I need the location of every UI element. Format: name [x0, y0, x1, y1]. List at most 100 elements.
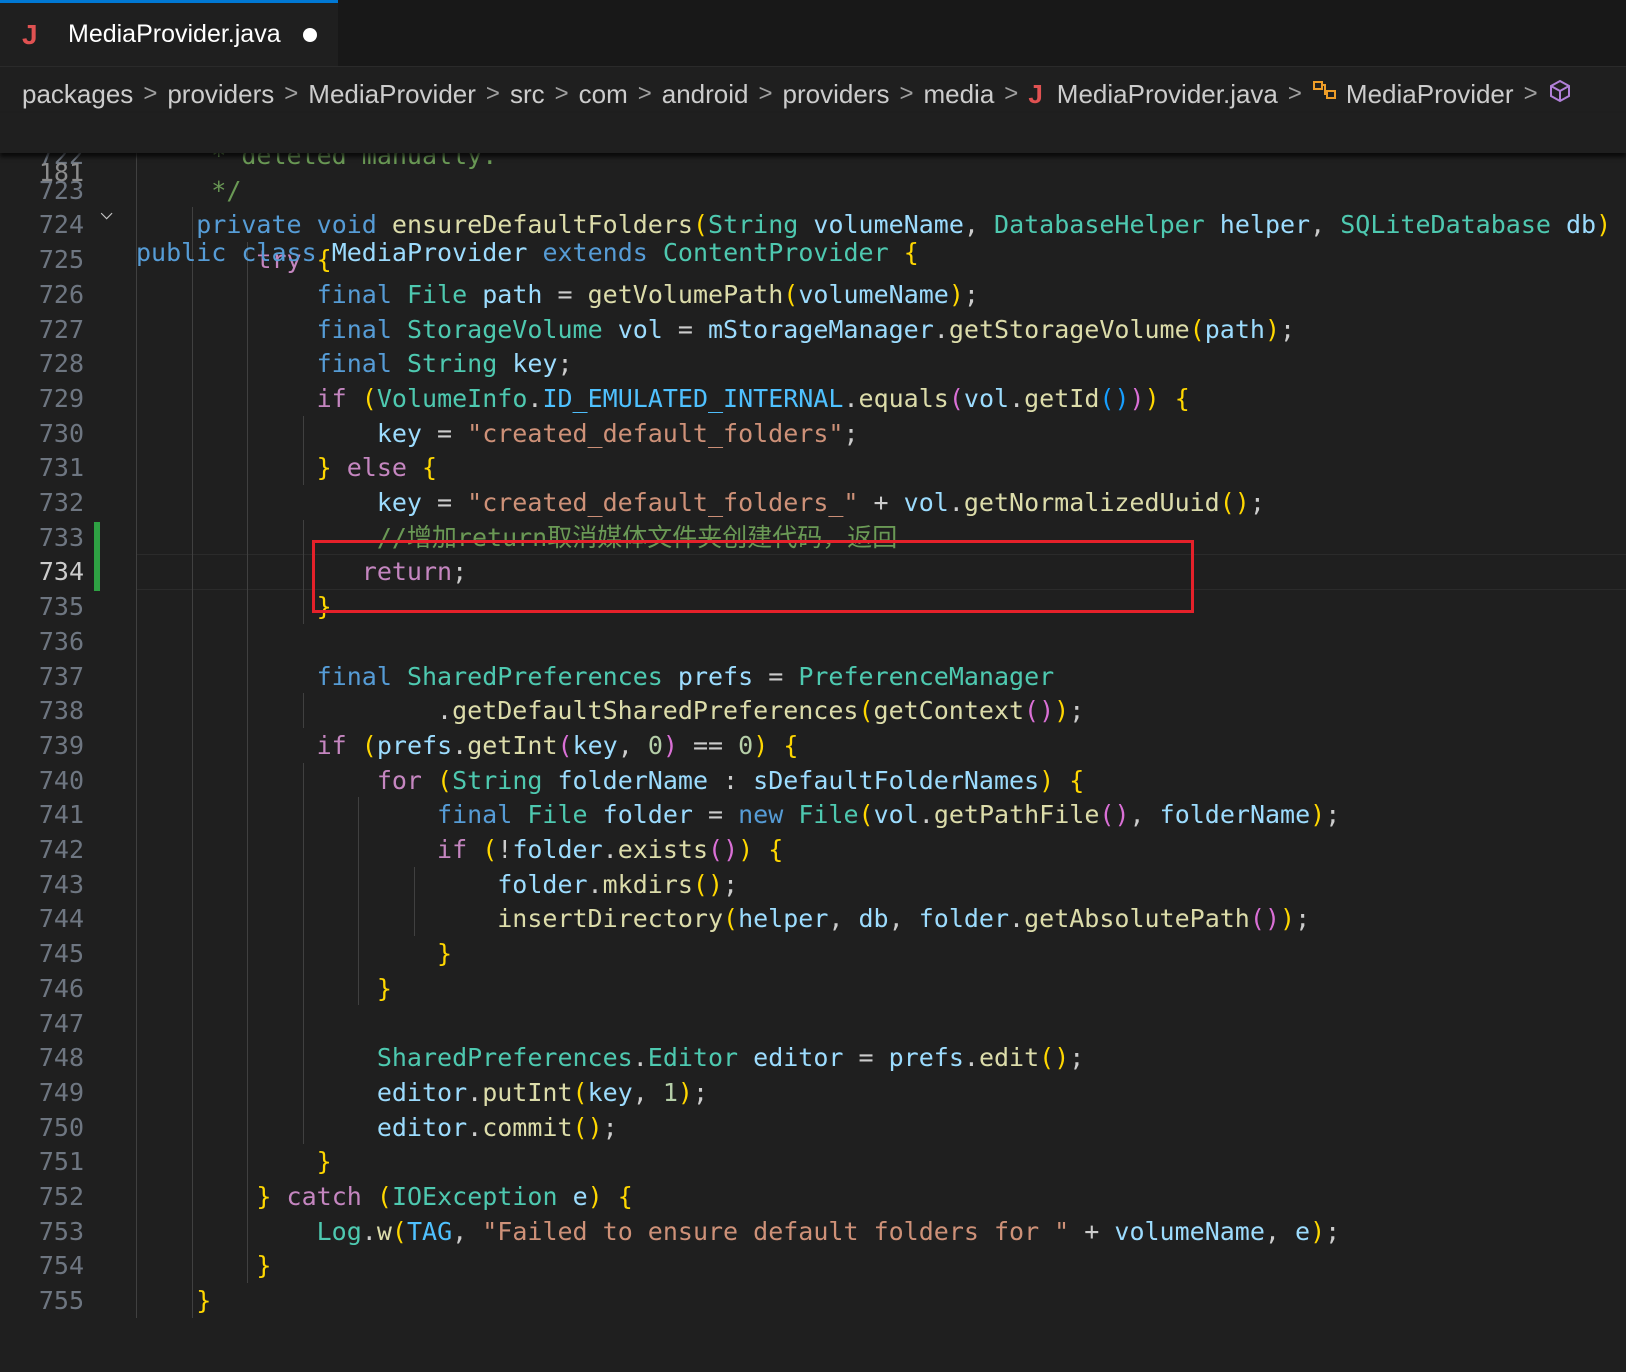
code-editor[interactable]: 722 * deleted manually. 723 */724 private…: [0, 151, 1626, 1372]
line-number: 181: [38, 158, 84, 187]
breadcrumb-item[interactable]: com: [579, 79, 628, 110]
chevron-down-icon[interactable]: ⌵: [100, 193, 113, 233]
tab-bar: J MediaProvider.java: [0, 0, 1626, 67]
code-text: .getDefaultSharedPreferences(getContext(…: [136, 696, 1085, 726]
code-line[interactable]: 740 for (String folderName : sDefaultFol…: [0, 763, 1626, 799]
code-line[interactable]: 746 }: [0, 971, 1626, 1007]
indent-guide: [247, 1213, 249, 1284]
line-number: 730: [38, 418, 84, 448]
code-line[interactable]: 730 key = "created_default_folders";: [0, 416, 1626, 452]
code-line[interactable]: 744 insertDirectory(helper, db, folder.g…: [0, 901, 1626, 937]
code-line[interactable]: 752 } catch (IOException e) {: [0, 1179, 1626, 1215]
code-line[interactable]: 747: [0, 1006, 1626, 1042]
code-line[interactable]: 722 * deleted manually.: [0, 151, 1626, 174]
line-number: 751: [38, 1147, 84, 1177]
code-text: editor.commit();: [376, 1112, 618, 1142]
code-line[interactable]: 737 final SharedPreferences prefs = Pref…: [0, 659, 1626, 695]
breadcrumb-item[interactable]: packages: [22, 79, 133, 110]
code-line[interactable]: 729 if (VolumeInfo.ID_EMULATED_INTERNAL.…: [0, 381, 1626, 417]
code-line[interactable]: 754 }: [0, 1248, 1626, 1284]
code-line[interactable]: 728 final String key;: [0, 346, 1626, 382]
code-text: Log.w(TAG, "Failed to ensure default fol…: [316, 1216, 1341, 1246]
code-line[interactable]: 751 }: [0, 1144, 1626, 1180]
chevron-right-icon: >: [284, 80, 299, 107]
code-line[interactable]: 750 editor.commit();: [0, 1110, 1626, 1146]
line-number: 753: [38, 1216, 84, 1246]
code-line[interactable]: 726 final File path = getVolumePath(volu…: [0, 277, 1626, 313]
git-modified-indicator[interactable]: [94, 556, 100, 592]
indent-guide: [414, 866, 415, 937]
code-line[interactable]: 741 final File folder = new File(vol.get…: [0, 797, 1626, 833]
tab-mediaprovider-java[interactable]: J MediaProvider.java: [0, 0, 338, 66]
breadcrumb-symbol[interactable]: MediaProvider: [1346, 79, 1514, 110]
code-line[interactable]: 736: [0, 624, 1626, 660]
line-number: 744: [38, 904, 84, 934]
breadcrumb-item[interactable]: MediaProvider: [308, 79, 476, 110]
line-number: 755: [38, 1286, 84, 1316]
line-number: 734: [38, 557, 84, 587]
line-number: 750: [38, 1112, 84, 1142]
line-number: 726: [38, 279, 84, 309]
java-file-icon: J: [22, 18, 38, 50]
sticky-code: public class MediaProvider extends Conte…: [136, 238, 919, 267]
line-number: 745: [38, 939, 84, 969]
chevron-right-icon: >: [143, 80, 158, 107]
code-line[interactable]: 727 final StorageVolume vol = mStorageMa…: [0, 312, 1626, 348]
code-text: */: [211, 175, 242, 205]
chevron-right-icon: >: [554, 80, 569, 107]
code-text: key = "created_default_folders_" + vol.g…: [376, 488, 1265, 517]
unsaved-dot-icon[interactable]: [302, 27, 317, 42]
code-text: final StorageVolume vol = mStorageManage…: [316, 314, 1296, 344]
code-line[interactable]: 739 if (prefs.getInt(key, 0) == 0) {: [0, 728, 1626, 764]
code-line[interactable]: 745 }: [0, 936, 1626, 972]
code-text: if (prefs.getInt(key, 0) == 0) {: [316, 730, 799, 760]
chevron-right-icon: >: [1287, 80, 1302, 107]
line-number: 749: [38, 1077, 84, 1107]
breadcrumb-item[interactable]: media: [923, 79, 994, 110]
class-symbol-icon: [1312, 79, 1338, 110]
line-number: 736: [38, 626, 84, 656]
code-text: }: [376, 973, 392, 1003]
code-line[interactable]: 732 key = "created_default_folders_" + v…: [0, 485, 1626, 521]
breadcrumb-file[interactable]: MediaProvider.java: [1057, 79, 1278, 110]
line-number: 735: [38, 592, 84, 622]
indent-guide: [191, 207, 193, 1318]
line-number: 729: [38, 383, 84, 413]
code-text: if (VolumeInfo.ID_EMULATED_INTERNAL.equa…: [316, 383, 1190, 413]
indent-guide: [302, 519, 304, 624]
breadcrumb-item[interactable]: android: [662, 79, 749, 110]
line-number: 746: [38, 973, 84, 1003]
indent-guide: [136, 151, 137, 1318]
git-modified-indicator[interactable]: [94, 521, 100, 557]
indent-guide: [302, 762, 304, 1145]
line-number: 742: [38, 835, 84, 864]
sticky-scroll-header[interactable]: 181 ⌵ public class MediaProvider extends…: [0, 113, 1626, 267]
code-text: final String key;: [316, 349, 573, 379]
code-line[interactable]: 753 Log.w(TAG, "Failed to ensure default…: [0, 1214, 1626, 1250]
code-line[interactable]: 723 */: [0, 173, 1626, 209]
code-line[interactable]: 743 folder.mkdirs();: [0, 867, 1626, 903]
line-number: 738: [38, 696, 84, 726]
code-line[interactable]: 755 }: [0, 1283, 1626, 1319]
line-number: 739: [38, 730, 84, 760]
code-text: key = "created_default_folders";: [376, 418, 859, 448]
breadcrumb-item[interactable]: providers: [783, 79, 890, 110]
code-text: insertDirectory(helper, db, folder.getAb…: [497, 904, 1311, 934]
code-text: final SharedPreferences prefs = Preferen…: [316, 661, 1055, 691]
code-text: if (!folder.exists()) {: [437, 835, 784, 864]
chevron-right-icon: >: [1004, 80, 1019, 107]
code-text: } catch (IOException e) {: [256, 1182, 633, 1211]
code-line[interactable]: 748 SharedPreferences.Editor editor = pr…: [0, 1040, 1626, 1076]
code-text: }: [437, 939, 453, 969]
line-number: 743: [38, 869, 84, 899]
code-line[interactable]: 742 if (!folder.exists()) {: [0, 832, 1626, 868]
chevron-right-icon: >: [637, 80, 652, 107]
line-number: 737: [38, 661, 84, 691]
line-number: 728: [38, 349, 84, 379]
breadcrumb-item[interactable]: src: [510, 79, 545, 110]
code-text: * deleted manually.: [211, 151, 498, 170]
code-line[interactable]: 738 .getDefaultSharedPreferences(getCont…: [0, 693, 1626, 729]
code-line[interactable]: 731 } else {: [0, 450, 1626, 486]
breadcrumb-item[interactable]: providers: [167, 79, 274, 110]
code-line[interactable]: 749 editor.putInt(key, 1);: [0, 1075, 1626, 1111]
